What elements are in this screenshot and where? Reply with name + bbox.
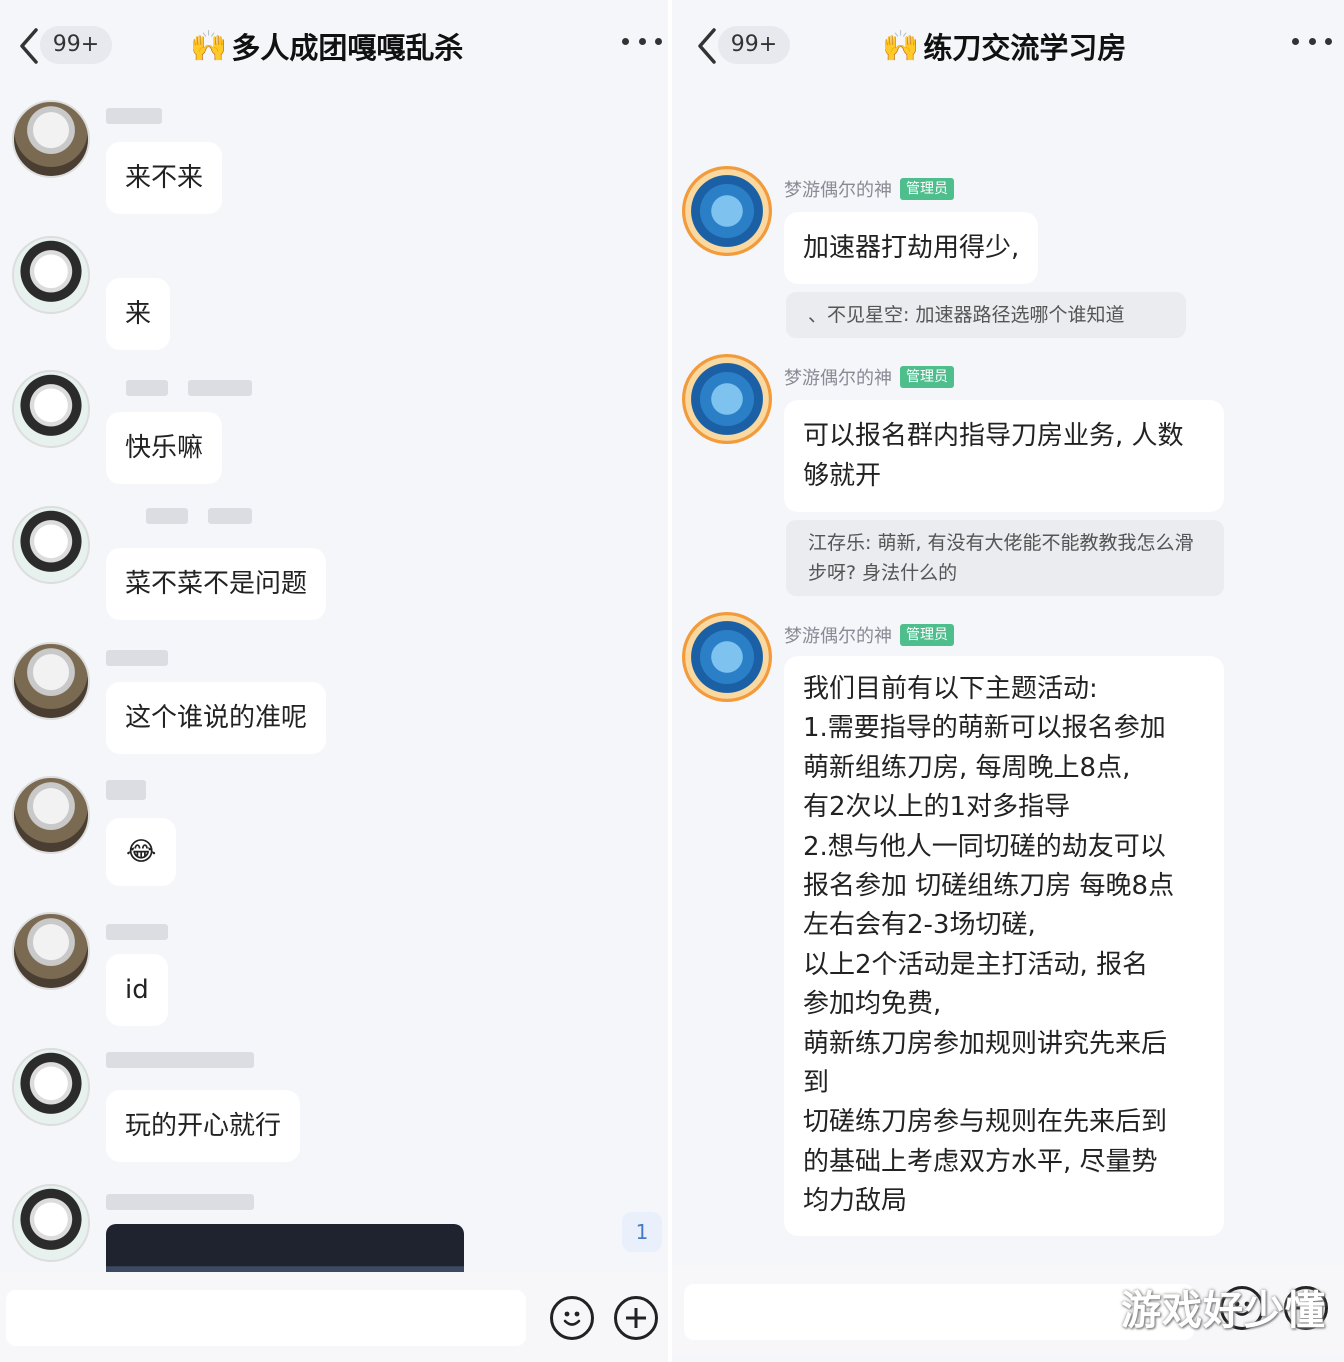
sender-name-blurred [106,1194,254,1210]
message-bubble[interactable]: 菜不菜不是问题 [106,548,327,620]
sender-name-blurred [106,108,162,124]
sender-name-blurred [126,380,168,396]
message-bubble[interactable]: 来不来 [106,142,223,214]
avatar[interactable] [682,166,772,256]
avatar[interactable] [12,100,90,178]
message-line: 萌新组练刀房, 每周晚上8点, [803,752,1131,783]
message-line: 2.想与他人一同切磋的劫友可以 [803,831,1166,862]
message-bubble[interactable]: 玩的开心就行 [106,1090,301,1162]
message-bubble[interactable]: 我们目前有以下主题活动: 1.需要指导的萌新可以报名参加 萌新组练刀房, 每周晚… [784,656,1224,1236]
message-input[interactable] [6,1290,526,1346]
message-line: 有2次以上的1对多指导 [803,792,1071,823]
message-line: 到 [803,1068,830,1099]
sender-name-blurred [208,508,252,524]
input-bar [0,1272,668,1362]
sender-name: 梦游偶尔的神 管理员 [784,622,954,648]
message-line: 报名参加 切磋组练刀房 每晚8点 [803,871,1175,902]
admin-tag: 管理员 [900,366,954,388]
chat-title: 🙌 练刀交流学习房 [882,24,1126,68]
message-line: 1.需要指导的萌新可以报名参加 [803,713,1166,744]
screenshot-root: 99+ 🙌 多人成团嘎嘎乱杀 来不来 来 快乐嘛 菜不菜不是问题 这个谁说的准呢 [0,0,1344,1362]
message-line: 的基础上考虑双方水平, 尽量势 [803,1146,1158,1177]
sender-name-blurred [106,924,168,940]
avatar[interactable] [12,642,90,720]
message-bubble[interactable]: 😂 [106,818,177,886]
watermark-text: 游戏好少懂 [1121,1288,1326,1334]
avatar[interactable] [12,370,90,448]
avatar[interactable] [12,506,90,584]
avatar[interactable] [12,1184,90,1262]
chat-title-text: 多人成团嘎嘎乱杀 [231,31,464,65]
left-chat-panel: 99+ 🙌 多人成团嘎嘎乱杀 来不来 来 快乐嘛 菜不菜不是问题 这个谁说的准呢 [0,0,668,1362]
sender-name: 梦游偶尔的神 管理员 [784,364,954,390]
message-line: 参加均免费, [803,989,942,1020]
admin-tag: 管理员 [900,624,954,646]
avatar[interactable] [12,912,90,990]
raised-hands-icon: 🙌 [882,28,920,64]
unread-count-badge[interactable]: 99+ [40,26,112,64]
message-line: 我们目前有以下主题活动: [803,674,1098,704]
unread-count-badge[interactable]: 99+ [718,26,790,64]
message-bubble[interactable]: 来 [106,278,171,350]
avatar[interactable] [12,236,90,314]
chat-title-text: 练刀交流学习房 [923,31,1127,65]
quoted-reply[interactable]: 、不见星空: 加速器路径选哪个谁知道 [786,292,1186,338]
sender-name-blurred [188,380,252,396]
sender-name-blurred [106,650,168,666]
message-bubble[interactable]: 加速器打劫用得少, [784,212,1039,284]
admin-tag: 管理员 [900,178,954,200]
raised-hands-icon: 🙌 [190,28,228,64]
message-line: 均力敌局 [803,1186,908,1217]
sender-name-blurred [146,508,188,524]
avatar[interactable] [12,776,90,854]
right-chat-header: 99+ 🙌 练刀交流学习房 [672,0,1344,92]
plus-icon[interactable] [614,1296,658,1340]
avatar[interactable] [682,612,772,702]
message-bubble[interactable]: 可以报名群内指导刀房业务, 人数够就开 [784,400,1224,512]
avatar[interactable] [12,1048,90,1126]
message-bubble[interactable]: 这个谁说的准呢 [106,682,327,754]
message-bubble[interactable]: 快乐嘛 [106,412,223,484]
message-bubble[interactable]: id [106,954,168,1026]
message-line: 切磋练刀房参与规则在先来后到 [803,1107,1168,1138]
avatar[interactable] [682,354,772,444]
message-input[interactable] [684,1284,1194,1340]
quoted-reply[interactable]: 江存乐: 萌新, 有没有大佬能不能教教我怎么滑步呀? 身法什么的 [786,520,1224,596]
new-message-indicator[interactable]: 1 [622,1212,662,1252]
message-line: 以上2个活动是主打活动, 报名 [803,949,1149,980]
message-line: 左右会有2-3场切磋, [803,910,1036,941]
more-options-icon[interactable] [1292,38,1332,50]
message-line: 萌新练刀房参加规则讲究先来后 [803,1028,1168,1059]
right-chat-panel: 99+ 🙌 练刀交流学习房 梦游偶尔的神 管理员 加速器打劫用得少, 、不见星空:… [672,0,1344,1362]
sender-name: 梦游偶尔的神 管理员 [784,176,954,202]
chat-title: 🙌 多人成团嘎嘎乱杀 [190,24,463,68]
sender-name-blurred [106,780,146,800]
more-options-icon[interactable] [622,38,662,50]
sender-name-blurred [106,1052,254,1068]
emoji-icon[interactable] [550,1296,594,1340]
left-chat-header: 99+ 🙌 多人成团嘎嘎乱杀 [0,0,668,92]
